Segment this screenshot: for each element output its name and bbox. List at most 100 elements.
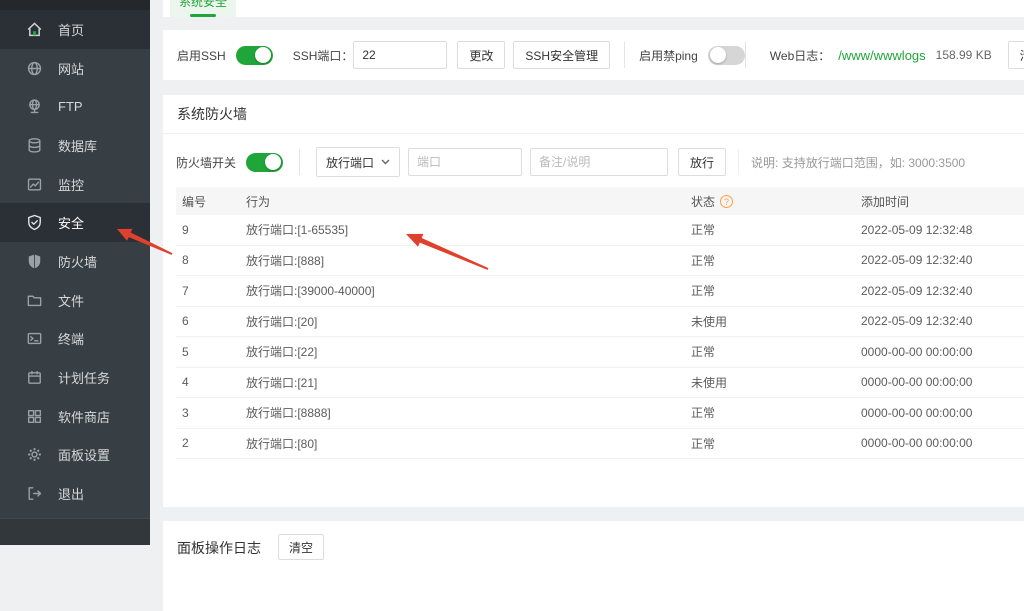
- sidebar-item-terminal[interactable]: 终端: [0, 320, 150, 359]
- sidebar-item-label: 文件: [58, 291, 84, 310]
- sidebar-item-settings[interactable]: 面板设置: [0, 436, 150, 475]
- sidebar-item-logout[interactable]: 退出: [0, 474, 150, 513]
- tab-label: 系统安全: [179, 0, 227, 10]
- status-header-label: 状态: [691, 193, 715, 210]
- rule-action: 放行端口:[80]: [240, 435, 685, 452]
- rule-status: 未使用: [685, 313, 855, 330]
- firewall-switch-label: 防火墙开关: [176, 154, 236, 171]
- rule-id: 3: [176, 406, 240, 420]
- sidebar-item-label: 终端: [58, 329, 84, 348]
- ssh-toggle[interactable]: [236, 46, 273, 65]
- firewall-rule-row-9[interactable]: 9放行端口:[1-65535]正常2022-05-09 12:32:48: [176, 215, 1024, 246]
- sidebar-item-database[interactable]: 数据库: [0, 126, 150, 165]
- port-input[interactable]: [408, 148, 522, 176]
- disable-ping-label: 启用禁ping: [639, 47, 698, 64]
- sidebar-item-site[interactable]: 网站: [0, 49, 150, 88]
- rule-action: 放行端口:[21]: [240, 374, 685, 391]
- divider: [624, 42, 625, 68]
- calendar-icon: [26, 369, 43, 386]
- rule-action: 放行端口:[888]: [240, 252, 685, 269]
- allow-button[interactable]: 放行: [678, 148, 726, 176]
- sidebar: 首页网站 FTP 数据库监控安全防火墙文件终端计划任务软件商店面板设置退出: [0, 0, 150, 545]
- sidebar-item-label: 防火墙: [58, 252, 97, 271]
- rule-type-select[interactable]: 放行端口: [316, 147, 400, 177]
- rule-added-time: 0000-00-00 00:00:00: [855, 345, 1024, 359]
- tab-active-underline: [190, 14, 216, 17]
- firewall-rule-row-5[interactable]: 5放行端口:[22]正常0000-00-00 00:00:00: [176, 337, 1024, 368]
- col-header-time: 添加时间: [855, 193, 1024, 210]
- sidebar-item-ftp[interactable]: FTP: [0, 87, 150, 126]
- rule-added-time: 2022-05-09 12:32:40: [855, 284, 1024, 298]
- col-header-action: 行为: [240, 193, 685, 210]
- rule-id: 6: [176, 314, 240, 328]
- firewall-toggle[interactable]: [246, 153, 283, 172]
- firewall-rule-row-8[interactable]: 8放行端口:[888]正常2022-05-09 12:32:40: [176, 246, 1024, 277]
- sidebar-menu: 首页网站 FTP 数据库监控安全防火墙文件终端计划任务软件商店面板设置退出: [0, 10, 150, 513]
- rule-id: 2: [176, 436, 240, 450]
- gear-icon: [26, 446, 43, 463]
- table-header-row: 编号 行为 状态 ? 添加时间: [176, 187, 1024, 215]
- rule-status: 正常: [685, 221, 855, 238]
- firewall-rules-table: 编号 行为 状态 ? 添加时间 9放行端口:[1-65535]正常2022-05…: [176, 187, 1024, 459]
- ssh-manage-button[interactable]: SSH安全管理: [513, 41, 610, 69]
- sidebar-item-security[interactable]: 安全: [0, 203, 150, 242]
- ssh-settings-bar: 启用SSH SSH端口： 更改 SSH安全管理 启用禁ping Web日志： /…: [163, 30, 1024, 80]
- rule-status: 正常: [685, 343, 855, 360]
- sidebar-item-label: 数据库: [58, 136, 97, 155]
- panel-log-section: 面板操作日志 清空: [163, 521, 1024, 611]
- rule-status: 正常: [685, 435, 855, 452]
- rule-added-time: 0000-00-00 00:00:00: [855, 406, 1024, 420]
- weblog-clear-button[interactable]: 清空: [1008, 41, 1024, 69]
- weblog-path-link[interactable]: /www/wwwlogs: [838, 48, 925, 63]
- firewall-rule-row-6[interactable]: 6放行端口:[20]未使用2022-05-09 12:32:40: [176, 307, 1024, 338]
- ssh-port-input[interactable]: [353, 41, 447, 69]
- rule-added-time: 0000-00-00 00:00:00: [855, 436, 1024, 450]
- firewall-rule-row-3[interactable]: 3放行端口:[8888]正常0000-00-00 00:00:00: [176, 398, 1024, 429]
- firewall-rule-row-2[interactable]: 2放行端口:[80]正常0000-00-00 00:00:00: [176, 429, 1024, 460]
- tab-system-security[interactable]: 系统安全: [170, 0, 236, 17]
- sidebar-item-label: 退出: [58, 484, 84, 503]
- ssh-port-change-button[interactable]: 更改: [457, 41, 505, 69]
- tab-bar: 系统安全: [163, 0, 1024, 17]
- sidebar-item-home[interactable]: 首页: [0, 10, 150, 49]
- rule-id: 9: [176, 223, 240, 237]
- remark-input[interactable]: [530, 148, 668, 176]
- rule-action: 放行端口:[8888]: [240, 404, 685, 421]
- sidebar-item-label: 监控: [58, 175, 84, 194]
- col-header-status: 状态 ?: [685, 193, 855, 210]
- sidebar-item-firewall[interactable]: 防火墙: [0, 242, 150, 281]
- ftp-icon: [26, 98, 43, 115]
- rule-action: 放行端口:[39000-40000]: [240, 282, 685, 299]
- firewall-panel-header: 系统防火墙: [163, 95, 1024, 134]
- database-icon: [26, 137, 43, 154]
- rule-action: 放行端口:[22]: [240, 343, 685, 360]
- sidebar-item-label: FTP: [58, 99, 83, 114]
- globe-icon: [26, 60, 43, 77]
- log-clear-button[interactable]: 清空: [278, 534, 324, 560]
- main-content: 系统安全 启用SSH SSH端口： 更改 SSH安全管理 启用禁ping Web…: [150, 0, 1024, 545]
- home-icon: [26, 21, 43, 38]
- port-range-hint: 说明: 支持放行端口范围，如: 3000:3500: [751, 154, 965, 171]
- divider: [745, 42, 746, 68]
- firewall-rule-row-4[interactable]: 4放行端口:[21]未使用0000-00-00 00:00:00: [176, 368, 1024, 399]
- firewall-form-row: 防火墙开关 放行端口 放行 说明: 支持放行端口范围，如: 3000:3500: [176, 147, 1024, 177]
- firewall-table-body: 9放行端口:[1-65535]正常2022-05-09 12:32:488放行端…: [176, 215, 1024, 459]
- disable-ping-toggle[interactable]: [708, 46, 745, 65]
- enable-ssh-label: 启用SSH: [177, 47, 226, 64]
- rule-added-time: 2022-05-09 12:32:48: [855, 223, 1024, 237]
- system-firewall-panel: 系统防火墙 防火墙开关 放行端口 放行 说明: 支持放行端口范围，如: 3000…: [163, 95, 1024, 507]
- sidebar-top-strip: [0, 0, 150, 10]
- sidebar-item-cron[interactable]: 计划任务: [0, 358, 150, 397]
- rule-status: 未使用: [685, 374, 855, 391]
- weblog-label: Web日志：: [770, 47, 830, 64]
- weblog-size: 158.99 KB: [936, 48, 992, 62]
- sidebar-item-monitor[interactable]: 监控: [0, 165, 150, 204]
- divider: [299, 149, 300, 175]
- divider: [738, 149, 739, 175]
- shield-icon: [26, 253, 43, 270]
- sidebar-item-label: 网站: [58, 59, 84, 78]
- firewall-rule-row-7[interactable]: 7放行端口:[39000-40000]正常2022-05-09 12:32:40: [176, 276, 1024, 307]
- sidebar-item-appstore[interactable]: 软件商店: [0, 397, 150, 436]
- status-help-icon[interactable]: ?: [720, 195, 733, 208]
- sidebar-item-files[interactable]: 文件: [0, 281, 150, 320]
